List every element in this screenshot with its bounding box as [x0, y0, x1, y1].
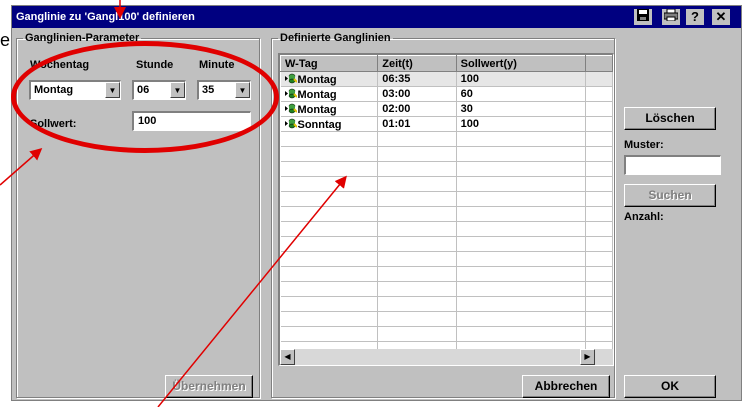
row-value: 30	[456, 101, 587, 117]
row-empty	[585, 101, 613, 117]
column-header[interactable]: Sollwert(y)	[455, 55, 587, 72]
minute-select[interactable]: 35 ▼	[197, 80, 251, 100]
row-time: 03:00	[377, 86, 457, 102]
row-day-cell: Montag	[280, 86, 379, 102]
row-day-cell: Montag	[280, 101, 379, 117]
ok-button[interactable]: OK	[624, 375, 716, 398]
empty-row	[280, 311, 613, 327]
row-empty	[585, 86, 613, 102]
wochentag-label: Wochentag	[30, 59, 90, 71]
column-header[interactable]: Zeit(t)	[377, 55, 457, 72]
table-row[interactable]: Sonntag 01:01 100	[280, 116, 613, 132]
empty-row	[280, 296, 613, 312]
row-time: 02:00	[377, 101, 457, 117]
horizontal-scrollbar[interactable]: ◀ ▶	[280, 349, 613, 365]
database-icon	[284, 73, 298, 86]
parameter-legend: Ganglinien-Parameter	[25, 32, 140, 44]
sollwert-input[interactable]: 100	[132, 111, 251, 131]
table-row[interactable]: Montag 02:00 30	[280, 101, 613, 117]
empty-row	[280, 146, 613, 162]
annotation-letter: e	[0, 30, 11, 50]
row-day-cell: Montag	[280, 71, 379, 87]
row-time: 06:35	[377, 71, 457, 87]
empty-row	[280, 161, 613, 177]
row-empty	[585, 116, 613, 132]
minute-value: 35	[202, 84, 215, 96]
dialog-window: Ganglinie zu 'Gangl100' definieren ? ✕ G…	[11, 5, 742, 401]
row-day: Montag	[297, 73, 337, 86]
stunde-select[interactable]: 06 ▼	[132, 80, 186, 100]
cancel-button[interactable]: Abbrechen	[522, 375, 610, 398]
title-bar: Ganglinie zu 'Gangl100' definieren ? ✕	[12, 6, 741, 28]
empty-row	[280, 221, 613, 237]
empty-row	[280, 176, 613, 192]
muster-input[interactable]	[624, 155, 721, 175]
minute-label: Minute	[199, 59, 235, 71]
row-day: Sonntag	[297, 118, 342, 131]
curves-grid: W-Tag Zeit(t) Sollwert(y) Montag 06:35 100…	[280, 55, 613, 357]
empty-row	[280, 236, 613, 252]
scroll-left-icon[interactable]: ◀	[280, 349, 295, 365]
wochentag-select[interactable]: Montag ▼	[29, 80, 121, 100]
chevron-down-icon[interactable]: ▼	[105, 82, 120, 98]
database-icon	[284, 103, 298, 116]
curves-table[interactable]: W-Tag Zeit(t) Sollwert(y) Montag 06:35 100…	[278, 53, 614, 366]
window-title: Ganglinie zu 'Gangl100' definieren	[16, 11, 195, 23]
save-icon[interactable]	[634, 9, 652, 25]
database-icon	[284, 118, 298, 131]
row-value: 100	[456, 116, 587, 132]
print-icon[interactable]	[662, 8, 680, 25]
stunde-value: 06	[137, 84, 150, 96]
row-value: 60	[456, 86, 587, 102]
anzahl-label: Anzahl:	[624, 211, 664, 223]
empty-row	[280, 206, 613, 222]
database-icon	[284, 88, 298, 101]
empty-row	[280, 266, 613, 282]
sollwert-label: Sollwert:	[30, 118, 77, 130]
table-row[interactable]: Montag 03:00 60	[280, 86, 613, 102]
help-icon[interactable]: ?	[686, 9, 704, 25]
stunde-label: Stunde	[136, 59, 174, 71]
empty-row	[280, 131, 613, 147]
row-time: 01:01	[377, 116, 457, 132]
muster-label: Muster:	[624, 139, 664, 151]
row-value: 100	[456, 71, 587, 87]
scroll-right-icon[interactable]: ▶	[580, 349, 595, 365]
empty-row	[280, 326, 613, 342]
chevron-down-icon[interactable]: ▼	[170, 82, 185, 98]
row-day: Montag	[297, 103, 337, 116]
row-empty	[585, 71, 613, 87]
loeschen-button[interactable]: Löschen	[624, 107, 716, 130]
column-header-empty	[585, 55, 613, 72]
suchen-button[interactable]: Suchen	[624, 184, 716, 207]
column-header[interactable]: W-Tag	[280, 55, 379, 72]
defined-curves-legend: Definierte Ganglinien	[280, 32, 391, 44]
row-day-cell: Sonntag	[280, 116, 379, 132]
table-header: W-Tag Zeit(t) Sollwert(y)	[280, 55, 613, 72]
empty-row	[280, 251, 613, 267]
empty-row	[280, 281, 613, 297]
uebernehmen-button[interactable]: Übernehmen	[165, 375, 253, 398]
wochentag-value: Montag	[34, 84, 74, 96]
chevron-down-icon[interactable]: ▼	[235, 82, 250, 98]
empty-row	[280, 191, 613, 207]
table-row[interactable]: Montag 06:35 100	[280, 71, 613, 87]
close-icon[interactable]: ✕	[712, 9, 730, 25]
row-day: Montag	[297, 88, 337, 101]
